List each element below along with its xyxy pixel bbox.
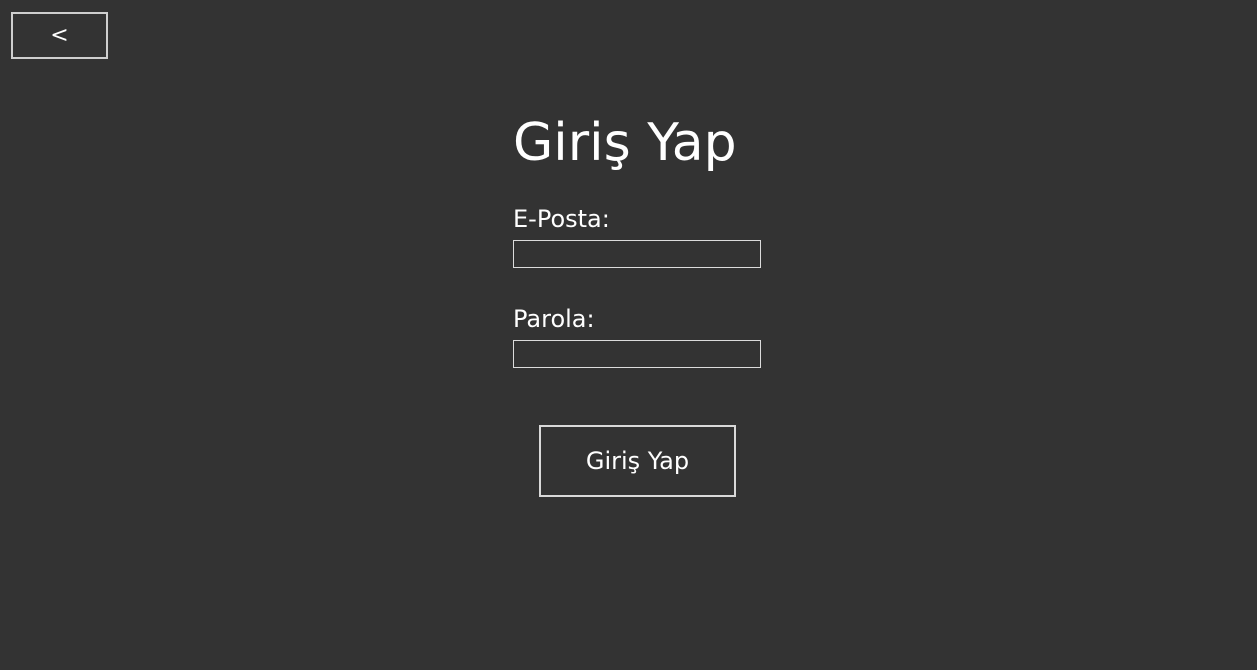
login-window: < Giriş Yap E-Posta: Parola: Giriş Yap (0, 0, 1257, 670)
email-field[interactable] (513, 240, 761, 268)
page-title: Giriş Yap (513, 113, 737, 173)
login-form: Giriş Yap E-Posta: Parola: (513, 108, 773, 368)
back-button[interactable]: < (11, 12, 108, 59)
login-button[interactable]: Giriş Yap (539, 425, 736, 497)
password-field[interactable] (513, 340, 761, 368)
password-label: Parola: (513, 305, 595, 333)
email-label: E-Posta: (513, 205, 610, 233)
